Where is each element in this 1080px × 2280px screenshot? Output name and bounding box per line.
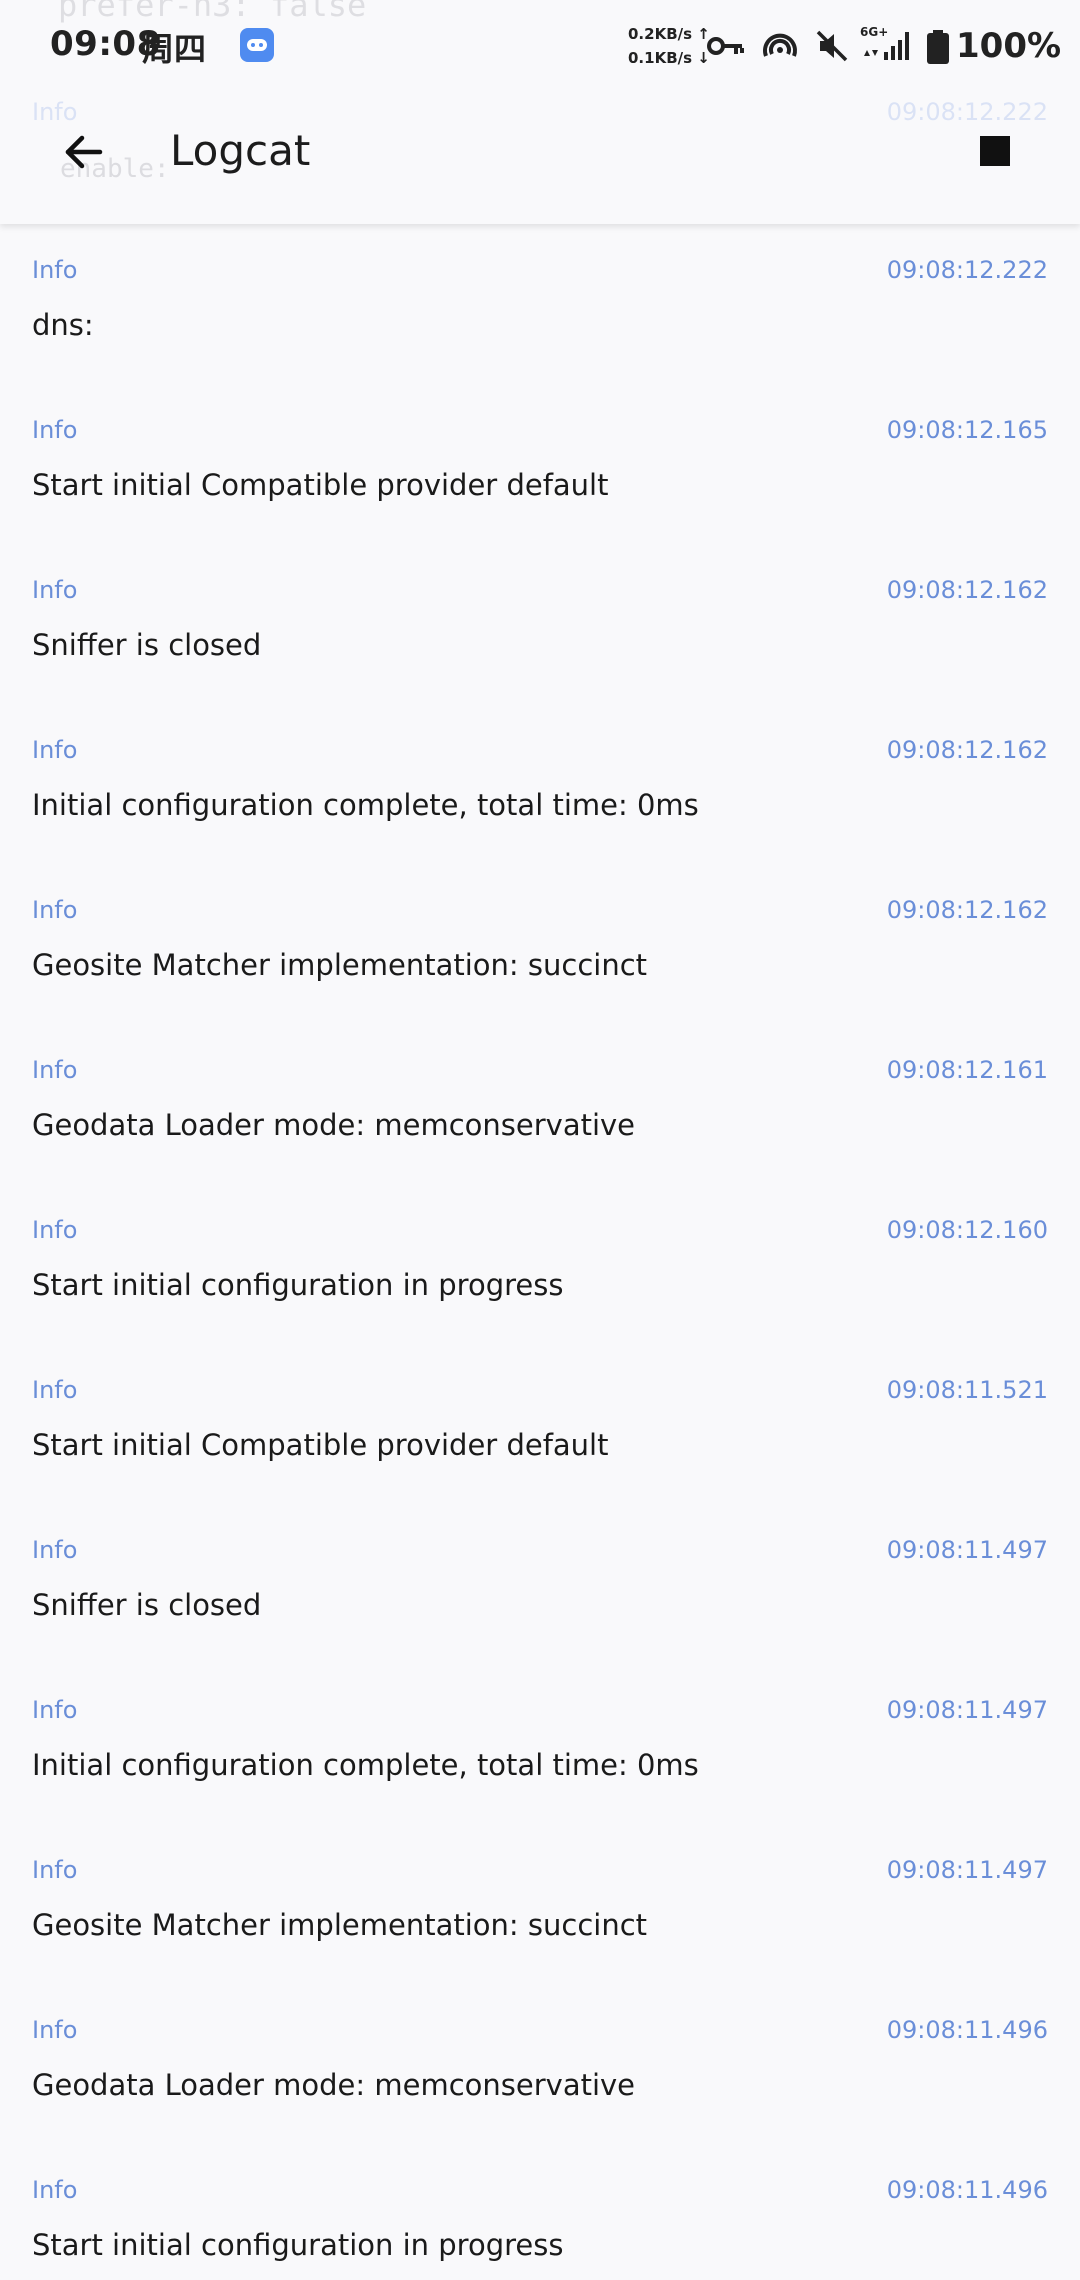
log-level: Info	[32, 1536, 78, 1564]
log-message: dns:	[32, 308, 94, 342]
log-message: Start initial configuration in progress	[32, 1268, 564, 1302]
status-bar: prefer-h3: false 09:08 周四 0.2KB/s ↑ 0.1K…	[0, 0, 1080, 96]
log-timestamp: 09:08:11.497	[886, 1856, 1048, 1884]
arrow-left-icon	[65, 135, 103, 169]
log-level: Info	[32, 416, 78, 444]
log-entry[interactable]: Info 09:08:12.162 Initial configuration co…	[0, 704, 1080, 864]
mute-icon	[814, 28, 850, 68]
gamepad-icon	[240, 28, 274, 62]
log-level: Info	[32, 1376, 78, 1404]
log-level: Info	[32, 1056, 78, 1084]
battery-level: 100%	[956, 26, 1062, 66]
status-day: 周四	[142, 30, 207, 68]
log-entry[interactable]: Info 09:08:11.496 Start initial configurat…	[0, 2144, 1080, 2280]
log-timestamp: 09:08:12.222	[886, 256, 1048, 284]
log-level: Info	[32, 1696, 78, 1724]
log-message: Start initial Compatible provider defaul…	[32, 468, 609, 502]
scrolled-entry-behind-toolbar: Info 09:08:12.222	[32, 98, 1048, 126]
scrolled-entry-level: Info	[32, 98, 78, 126]
log-list[interactable]: Info 09:08:12.222 dns: Info 09:08:12.165 Star…	[0, 224, 1080, 2280]
log-level: Info	[32, 2016, 78, 2044]
stop-icon	[980, 136, 1010, 166]
log-entry[interactable]: Info 09:08:12.165 Start initial Compatible…	[0, 384, 1080, 544]
stop-button[interactable]	[968, 124, 1024, 180]
battery-icon	[926, 30, 950, 68]
log-entry[interactable]: Info 09:08:12.161 Geodata Loader mode: mem…	[0, 1024, 1080, 1184]
log-level: Info	[32, 1856, 78, 1884]
log-entry[interactable]: Info 09:08:12.162 Geosite Matcher implemen…	[0, 864, 1080, 1024]
log-timestamp: 09:08:12.162	[886, 576, 1048, 604]
log-timestamp: 09:08:11.521	[886, 1376, 1048, 1404]
back-button[interactable]	[56, 124, 112, 180]
log-entry[interactable]: Info 09:08:11.497 Initial configuration co…	[0, 1664, 1080, 1824]
signal-icon: 6G+	[858, 24, 914, 70]
log-entry[interactable]: Info 09:08:12.222 dns:	[0, 224, 1080, 384]
log-timestamp: 09:08:11.496	[886, 2176, 1048, 2204]
log-message: Start initial Compatible provider defaul…	[32, 1428, 609, 1462]
log-message: Geosite Matcher implementation: succinct	[32, 948, 648, 982]
log-message: Geodata Loader mode: memconservative	[32, 2068, 636, 2102]
log-timestamp: 09:08:12.161	[886, 1056, 1048, 1084]
log-entry[interactable]: Info 09:08:11.497 Geosite Matcher implemen…	[0, 1824, 1080, 1984]
log-timestamp: 09:08:11.497	[886, 1536, 1048, 1564]
network-type-label: 6G+	[860, 25, 888, 39]
scrolled-entry-time: 09:08:12.222	[886, 98, 1048, 126]
app-toolbar: Info 09:08:12.222 enable: Logcat	[0, 96, 1080, 224]
log-timestamp: 09:08:11.496	[886, 2016, 1048, 2044]
log-level: Info	[32, 256, 78, 284]
network-upload-speed: 0.2KB/s ↑	[628, 25, 710, 43]
log-level: Info	[32, 576, 78, 604]
network-speed: 0.2KB/s ↑ 0.1KB/s ↓	[628, 22, 710, 70]
log-message: Initial configuration complete, total ti…	[32, 788, 699, 822]
key-icon	[706, 28, 746, 68]
log-entry[interactable]: Info 09:08:12.160 Start initial configurat…	[0, 1184, 1080, 1344]
log-message: Initial configuration complete, total ti…	[32, 1748, 699, 1782]
log-message: Sniffer is closed	[32, 1588, 262, 1622]
log-level: Info	[32, 896, 78, 924]
network-download-speed: 0.1KB/s ↓	[628, 49, 710, 67]
scrolled-text-behind-status-bar: prefer-h3: false	[58, 0, 367, 24]
log-entry[interactable]: Info 09:08:11.521 Start initial Compatible…	[0, 1344, 1080, 1504]
log-timestamp: 09:08:12.162	[886, 896, 1048, 924]
log-message: Start initial configuration in progress	[32, 2228, 564, 2262]
log-timestamp: 09:08:12.162	[886, 736, 1048, 764]
log-message: Geosite Matcher implementation: succinct	[32, 1908, 648, 1942]
log-entry[interactable]: Info 09:08:12.162 Sniffer is closed	[0, 544, 1080, 704]
log-message: Geodata Loader mode: memconservative	[32, 1108, 636, 1142]
log-timestamp: 09:08:12.160	[886, 1216, 1048, 1244]
page-title: Logcat	[170, 126, 311, 175]
log-timestamp: 09:08:12.165	[886, 416, 1048, 444]
log-entry[interactable]: Info 09:08:11.496 Geodata Loader mode: mem…	[0, 1984, 1080, 2144]
log-message: Sniffer is closed	[32, 628, 262, 662]
log-level: Info	[32, 1216, 78, 1244]
log-level: Info	[32, 2176, 78, 2204]
log-timestamp: 09:08:11.497	[886, 1696, 1048, 1724]
log-entry[interactable]: Info 09:08:11.497 Sniffer is closed	[0, 1504, 1080, 1664]
hotspot-icon	[760, 28, 800, 68]
log-level: Info	[32, 736, 78, 764]
